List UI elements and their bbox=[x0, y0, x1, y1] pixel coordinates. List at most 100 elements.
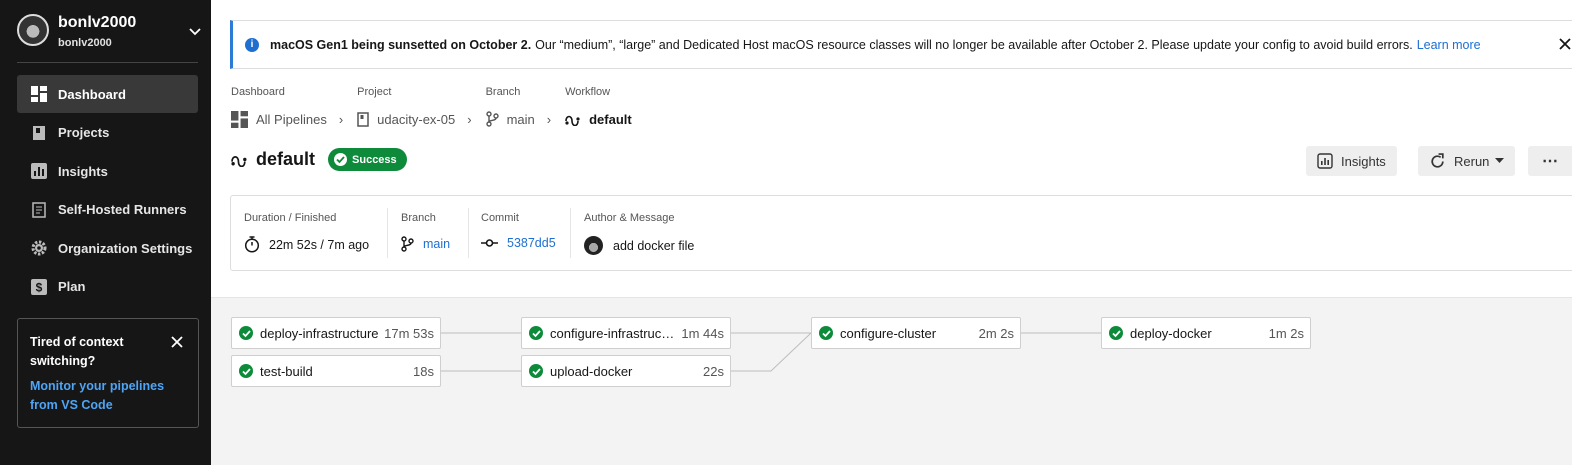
breadcrumb: Dashboard All Pipelines › Project udacit… bbox=[231, 86, 646, 128]
insights-label: Insights bbox=[1341, 153, 1386, 169]
sidebar-item-org-settings[interactable]: Organization Settings bbox=[17, 229, 198, 267]
pipeline-graph: deploy-infrastructure 17m 53s test-build… bbox=[211, 297, 1572, 465]
breadcrumb-value: All Pipelines bbox=[256, 111, 327, 127]
org-subname: bonlv2000 bbox=[58, 37, 112, 49]
promo-title: Tired of context switching? bbox=[30, 335, 124, 368]
commit-cell: Commit 5387dd5 bbox=[481, 208, 556, 260]
breadcrumb-label: Dashboard bbox=[231, 86, 285, 98]
job-name: configure-cluster bbox=[840, 325, 937, 341]
workflow-icon bbox=[565, 115, 580, 126]
duration-cell: Duration / Finished 22m 52s / 7m ago bbox=[244, 208, 369, 260]
sidebar-divider bbox=[17, 62, 198, 63]
rerun-icon bbox=[1431, 152, 1444, 168]
chevron-right-icon: › bbox=[546, 111, 552, 127]
page-title: default bbox=[256, 149, 316, 169]
job-test-build[interactable]: test-build 18s bbox=[231, 355, 441, 387]
job-configure-infrastructure[interactable]: configure-infrastructure 1m 44s bbox=[521, 317, 731, 349]
sidebar-item-label: Organization Settings bbox=[58, 240, 193, 256]
breadcrumb-link-branch[interactable]: main › bbox=[485, 110, 552, 128]
branch-icon bbox=[485, 111, 499, 127]
breadcrumb-link-pipelines[interactable]: All Pipelines › bbox=[231, 110, 343, 128]
avatar bbox=[17, 14, 49, 46]
workflow-icon bbox=[231, 156, 247, 167]
breadcrumb-label: Branch bbox=[485, 86, 521, 98]
duration-value: 22m 52s / 7m ago bbox=[269, 237, 370, 252]
promo-link[interactable]: Monitor your pipelines from VS Code bbox=[30, 377, 186, 415]
job-duration: 18s bbox=[413, 363, 434, 379]
breadcrumb-project: Project udacity-ex-05 › bbox=[357, 86, 471, 128]
branch-label: Branch bbox=[401, 212, 436, 224]
banner-bold: macOS Gen1 being sunsetted on October 2. bbox=[270, 37, 532, 52]
sidebar-item-dashboard[interactable]: Dashboard bbox=[17, 75, 198, 113]
success-check-icon bbox=[529, 326, 543, 340]
info-icon: i bbox=[245, 37, 259, 52]
breadcrumb-branch: Branch main › bbox=[485, 86, 552, 128]
job-duration: 22s bbox=[703, 363, 724, 379]
sidebar-item-projects[interactable]: Projects bbox=[17, 114, 198, 152]
sidebar-item-insights[interactable]: Insights bbox=[17, 152, 198, 190]
runners-icon bbox=[32, 201, 46, 218]
close-icon[interactable] bbox=[170, 335, 184, 349]
dashboard-icon bbox=[31, 86, 47, 102]
sidebar: bonlv2000 bonlv2000 Dashboard Projects I… bbox=[0, 0, 211, 465]
status-badge: Success bbox=[328, 148, 407, 171]
org-name: bonlv2000 bbox=[58, 14, 137, 31]
stopwatch-icon bbox=[244, 236, 260, 253]
commit-link[interactable]: 5387dd5 bbox=[507, 236, 556, 250]
caret-down-icon bbox=[1495, 158, 1505, 163]
sidebar-item-plan[interactable]: $ Plan bbox=[17, 268, 198, 306]
plan-icon: $ bbox=[31, 278, 47, 295]
job-duration: 1m 44s bbox=[681, 325, 724, 341]
duration-label: Duration / Finished bbox=[244, 212, 337, 224]
org-switcher[interactable]: bonlv2000 bonlv2000 bbox=[17, 14, 202, 50]
rerun-button[interactable]: Rerun bbox=[1418, 146, 1516, 176]
sidebar-item-runners[interactable]: Self-Hosted Runners bbox=[17, 191, 198, 229]
job-upload-docker[interactable]: upload-docker 22s bbox=[521, 355, 731, 387]
breadcrumb-link-project[interactable]: udacity-ex-05 › bbox=[357, 110, 472, 128]
breadcrumb-workflow: Workflow default bbox=[565, 86, 632, 128]
job-deploy-infrastructure[interactable]: deploy-infrastructure 17m 53s bbox=[231, 317, 441, 349]
insights-icon bbox=[31, 163, 47, 179]
branch-link[interactable]: main bbox=[423, 237, 450, 251]
more-button[interactable]: ⋯ bbox=[1528, 146, 1572, 176]
notice-banner: i macOS Gen1 being sunsetted on October … bbox=[230, 20, 1572, 69]
vscode-promo: Tired of context switching? Monitor your… bbox=[17, 318, 199, 428]
job-duration: 1m 2s bbox=[1268, 325, 1304, 341]
sidebar-item-label: Self-Hosted Runners bbox=[58, 202, 187, 217]
breadcrumb-dashboard: Dashboard All Pipelines › bbox=[231, 86, 343, 128]
branch-icon bbox=[401, 236, 414, 252]
rerun-label: Rerun bbox=[1454, 153, 1490, 169]
workflow-header: default Success bbox=[231, 148, 407, 171]
breadcrumb-value: default bbox=[589, 111, 632, 127]
chevron-down-icon[interactable] bbox=[188, 24, 202, 38]
job-name: upload-docker bbox=[550, 363, 633, 379]
success-check-icon bbox=[239, 364, 253, 378]
status-label: Success bbox=[352, 153, 397, 166]
success-check-icon bbox=[239, 326, 253, 340]
summary-divider bbox=[387, 208, 388, 258]
success-check-icon bbox=[529, 364, 543, 378]
insights-button[interactable]: Insights bbox=[1306, 146, 1397, 176]
banner-text: Our “medium”, “large” and Dedicated Host… bbox=[535, 37, 1413, 52]
commit-icon bbox=[481, 239, 498, 247]
job-name: test-build bbox=[260, 363, 313, 379]
job-deploy-docker[interactable]: deploy-docker 1m 2s bbox=[1101, 317, 1311, 349]
chevron-right-icon: › bbox=[338, 111, 344, 127]
branch-cell: Branch main bbox=[401, 208, 450, 260]
commit-message: add docker file bbox=[613, 238, 695, 253]
avatar bbox=[584, 236, 603, 255]
breadcrumb-value: main bbox=[506, 111, 535, 127]
gear-icon bbox=[31, 240, 47, 256]
breadcrumb-label: Workflow bbox=[565, 86, 611, 98]
job-configure-cluster[interactable]: configure-cluster 2m 2s bbox=[811, 317, 1021, 349]
summary-divider bbox=[468, 208, 469, 258]
job-name: deploy-infrastructure bbox=[260, 325, 379, 341]
close-icon[interactable] bbox=[1559, 38, 1571, 50]
job-duration: 17m 53s bbox=[384, 325, 434, 341]
projects-icon bbox=[33, 125, 45, 140]
job-name: configure-infrastructure bbox=[550, 325, 678, 341]
learn-more-link[interactable]: Learn more bbox=[1417, 38, 1481, 52]
commit-label: Commit bbox=[481, 212, 519, 224]
sidebar-nav: Dashboard Projects Insights Self-Hosted … bbox=[17, 75, 198, 306]
success-check-icon bbox=[819, 326, 833, 340]
